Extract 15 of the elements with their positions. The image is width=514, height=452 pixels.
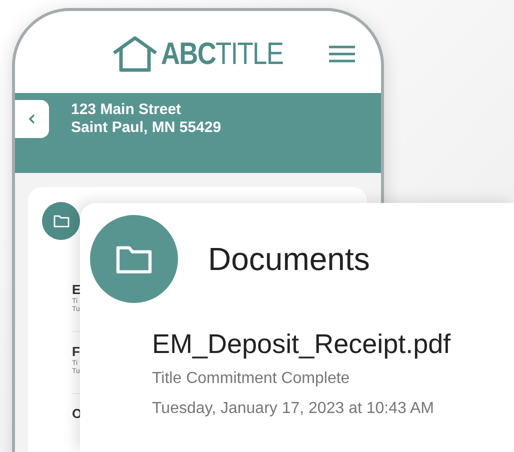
back-button[interactable]	[15, 100, 49, 138]
chevron-left-icon	[28, 114, 36, 124]
document-date: Tuesday, January 17, 2023 at 10:43 AM	[152, 400, 435, 418]
document-name: F	[72, 344, 80, 359]
document-status: Title Commitment Complete	[152, 370, 351, 388]
house-icon	[111, 35, 160, 73]
menu-icon[interactable]	[329, 45, 355, 63]
logo-text: ABCTITLE	[161, 36, 284, 72]
address-line: 123 Main Street	[71, 101, 182, 119]
card-title: Documents	[208, 240, 370, 278]
document-name: E	[72, 282, 81, 297]
folder-icon	[114, 243, 154, 275]
document-name[interactable]: EM_Deposit_Receipt.pdf	[152, 329, 514, 360]
folder-icon	[52, 214, 70, 228]
address-line: Saint Paul, MN 55429	[71, 119, 222, 137]
